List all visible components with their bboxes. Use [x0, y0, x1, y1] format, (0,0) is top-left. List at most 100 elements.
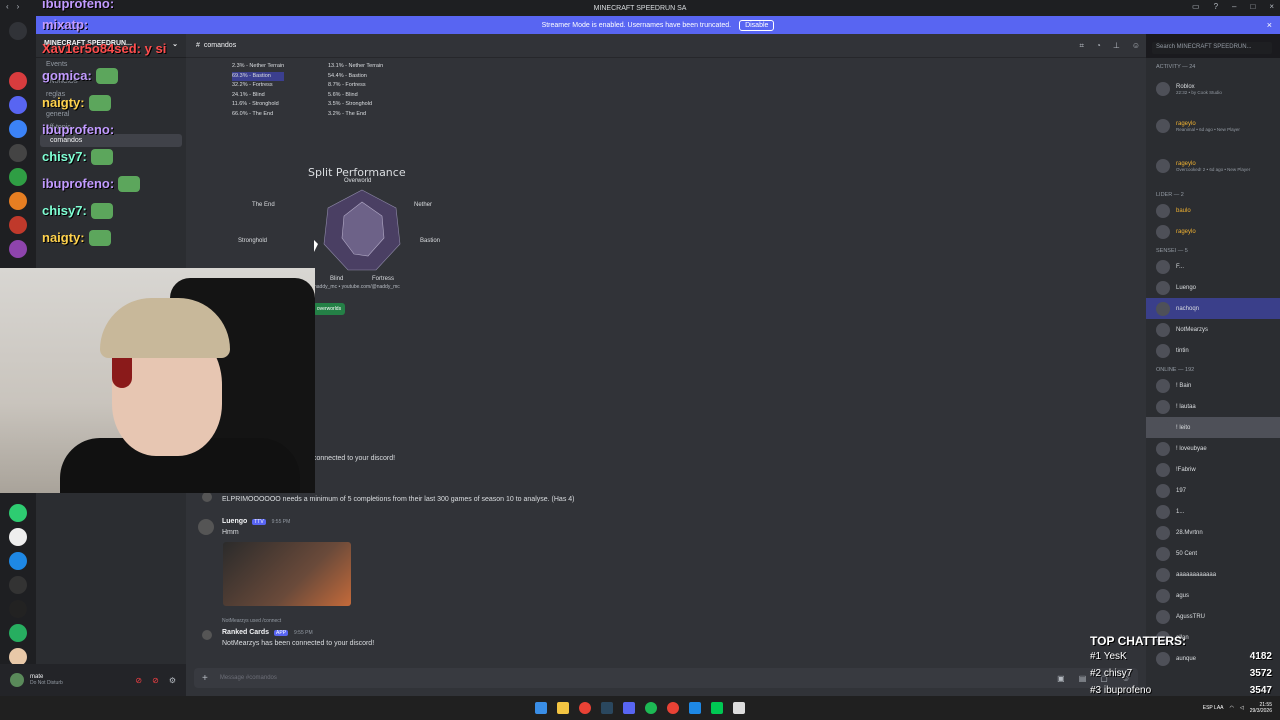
- member-item[interactable]: ! Bain: [1146, 375, 1280, 396]
- avatar[interactable]: [202, 492, 212, 502]
- app-icon[interactable]: [689, 702, 701, 714]
- avatar[interactable]: [202, 630, 212, 640]
- avatar: [1156, 203, 1170, 218]
- server-icon[interactable]: [9, 72, 27, 90]
- member-item[interactable]: F...: [1146, 256, 1280, 277]
- message-author[interactable]: Luengo: [222, 518, 247, 525]
- add-attachment-icon[interactable]: +: [202, 673, 208, 684]
- server-icon[interactable]: [9, 624, 27, 642]
- server-icon[interactable]: [9, 96, 27, 114]
- chrome-icon[interactable]: [667, 702, 679, 714]
- activity-card[interactable]: rageylo Overcooked! 2 • 6d ago • New Play…: [1146, 146, 1280, 186]
- avatar: [1156, 483, 1170, 498]
- message-author[interactable]: Ranked Cards: [222, 629, 269, 636]
- radar-label-fortress: Fortress: [372, 276, 395, 282]
- server-icon[interactable]: [9, 240, 27, 258]
- member-item[interactable]: AgussTRU: [1146, 606, 1280, 627]
- video-thumbnail[interactable]: [223, 542, 351, 606]
- server-icon[interactable]: [9, 120, 27, 138]
- volume-icon[interactable]: ◁: [1240, 705, 1244, 711]
- server-icon[interactable]: [9, 504, 27, 522]
- members-icon[interactable]: ☺: [1132, 41, 1140, 51]
- settings-icon[interactable]: ⚙: [169, 676, 176, 685]
- stat-line: 11.6% - Stronghold: [232, 101, 279, 107]
- message-text: Hmm: [222, 529, 239, 536]
- windows-start-icon[interactable]: [535, 702, 547, 714]
- gift-icon[interactable]: ▣: [1057, 674, 1065, 683]
- app-icon[interactable]: [711, 702, 723, 714]
- member-name: tintin: [1176, 347, 1189, 354]
- maximize-icon[interactable]: □: [1250, 2, 1255, 11]
- forward-icon[interactable]: ›: [17, 2, 20, 11]
- member-item[interactable]: baulo: [1146, 200, 1280, 221]
- top-chatters-overlay: TOP CHATTERS: #1 YesK 4182 #2 chisy7 3572 …: [1090, 634, 1272, 699]
- server-icon[interactable]: [9, 576, 27, 594]
- composer-placeholder[interactable]: Message #comandos: [220, 675, 277, 681]
- clock[interactable]: 21:55 29/3/2026: [1250, 702, 1272, 714]
- home-icon[interactable]: [9, 22, 27, 40]
- close-icon[interactable]: ×: [1269, 2, 1274, 11]
- activity-sub: 22:32 • by Cook Studio: [1176, 89, 1222, 95]
- back-icon[interactable]: ‹: [6, 2, 9, 11]
- server-icon[interactable]: [9, 216, 27, 234]
- pin-icon[interactable]: ⊥: [1113, 41, 1120, 51]
- member-name: ! leito: [1176, 424, 1191, 431]
- discord-icon[interactable]: [623, 702, 635, 714]
- member-item[interactable]: aaaaaaaaaaaa: [1146, 564, 1280, 585]
- message-badge: APP: [274, 630, 289, 636]
- top-chatter-name: #1 YesK: [1090, 651, 1127, 662]
- minimize-icon[interactable]: –: [1232, 2, 1236, 11]
- inbox-icon[interactable]: ▭: [1192, 2, 1200, 11]
- message-composer[interactable]: + Message #comandos ▣ ▤ ▢ ☺: [194, 668, 1138, 688]
- mute-icon[interactable]: ⊘: [135, 676, 142, 685]
- gif-icon[interactable]: ▤: [1079, 674, 1087, 683]
- file-explorer-icon[interactable]: [557, 702, 569, 714]
- server-icon[interactable]: [9, 600, 27, 618]
- server-icon[interactable]: [9, 144, 27, 162]
- avatar: [1156, 609, 1170, 624]
- activity-sub: Overcooked! 2 • 6d ago • New Player: [1176, 166, 1251, 172]
- member-item[interactable]: !Fabriw: [1146, 459, 1280, 480]
- activity-card[interactable]: rageylo Reanimal • 6d ago • New Player: [1146, 106, 1280, 146]
- steam-icon[interactable]: [601, 702, 613, 714]
- activity-card[interactable]: Roblox 22:32 • by Cook Studio: [1146, 72, 1280, 106]
- server-icon[interactable]: [9, 528, 27, 546]
- member-item[interactable]: NotMearzys: [1146, 319, 1280, 340]
- member-item[interactable]: ! loveubyae: [1146, 438, 1280, 459]
- member-item[interactable]: agus: [1146, 585, 1280, 606]
- close-banner-icon[interactable]: ×: [1267, 20, 1272, 30]
- search-input[interactable]: Search MINECRAFT SPEEDRUN...: [1152, 42, 1272, 54]
- member-item[interactable]: rageylo: [1146, 221, 1280, 242]
- avatar[interactable]: [10, 673, 24, 687]
- threads-icon[interactable]: ⌗: [1080, 41, 1085, 51]
- spotify-icon[interactable]: [645, 702, 657, 714]
- system-tray: ESP LAA ◠ ◁ 21:55 29/3/2026: [1203, 702, 1272, 714]
- server-icon[interactable]: [9, 552, 27, 570]
- chrome-icon[interactable]: [579, 702, 591, 714]
- member-item[interactable]: ! leito: [1146, 417, 1280, 438]
- app-icon[interactable]: [733, 702, 745, 714]
- member-item[interactable]: ! lautaa: [1146, 396, 1280, 417]
- member-item[interactable]: 197: [1146, 480, 1280, 501]
- member-item[interactable]: 1...: [1146, 501, 1280, 522]
- chat-area: # comandos ⌗ ◔ ⊥ ☺ Search MINECRAFT SPEE…: [186, 34, 1272, 696]
- member-item[interactable]: 28.Mvrtnn: [1146, 522, 1280, 543]
- member-item[interactable]: Luengo: [1146, 277, 1280, 298]
- server-icon[interactable]: [9, 168, 27, 186]
- member-item[interactable]: tintin: [1146, 340, 1280, 361]
- language-indicator[interactable]: ESP LAA: [1203, 705, 1224, 711]
- top-chatter-row: #2 chisy7 3572: [1090, 665, 1272, 682]
- member-item[interactable]: 50 Cent: [1146, 543, 1280, 564]
- server-icon[interactable]: [9, 192, 27, 210]
- deafen-icon[interactable]: ⊘: [152, 676, 159, 685]
- help-icon[interactable]: ?: [1214, 2, 1218, 11]
- overlay-chat-line: naigty:: [42, 224, 212, 251]
- radar-label-overworld: Overworld: [344, 178, 372, 184]
- avatar[interactable]: [198, 519, 214, 535]
- member-item[interactable]: nachoqn: [1146, 298, 1280, 319]
- bell-icon[interactable]: ◔: [1096, 41, 1101, 51]
- overworlds-button[interactable]: overworlds: [313, 303, 345, 315]
- disable-streamer-mode-button[interactable]: Disable: [739, 19, 775, 31]
- overlay-chat-line: chisy7:: [42, 143, 212, 170]
- wifi-icon[interactable]: ◠: [1230, 705, 1234, 711]
